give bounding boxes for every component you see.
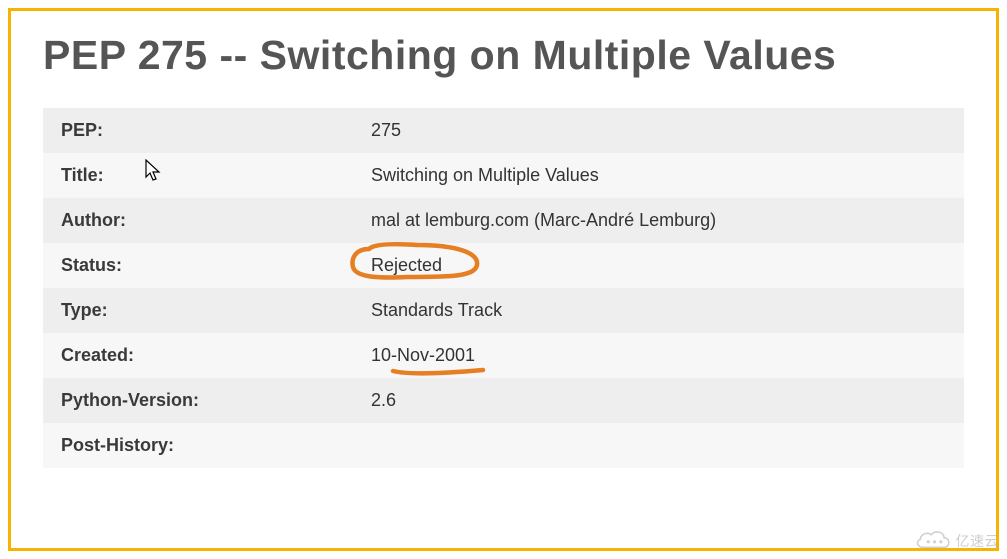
field-value-status: Rejected xyxy=(353,243,964,288)
annotation-underline-icon xyxy=(389,365,489,379)
field-label-author: Author: xyxy=(43,198,353,243)
status-value-text: Rejected xyxy=(371,255,442,275)
field-value-post-history xyxy=(353,423,964,468)
field-value-pep: 275 xyxy=(353,108,964,153)
document-frame: PEP 275 -- Switching on Multiple Values … xyxy=(8,8,999,551)
field-label-python-version: Python-Version: xyxy=(43,378,353,423)
field-value-created: 10-Nov-2001 xyxy=(353,333,964,378)
field-value-python-version: 2.6 xyxy=(353,378,964,423)
field-value-author: mal at lemburg.com (Marc-André Lemburg) xyxy=(353,198,964,243)
field-label-status: Status: xyxy=(43,243,353,288)
table-row: PEP: 275 xyxy=(43,108,964,153)
field-label-title: Title: xyxy=(43,153,353,198)
table-row: Python-Version: 2.6 xyxy=(43,378,964,423)
field-value-title: Switching on Multiple Values xyxy=(353,153,964,198)
table-row: Status: Rejected xyxy=(43,243,964,288)
created-value-text: 10-Nov-2001 xyxy=(371,345,475,365)
field-label-pep: PEP: xyxy=(43,108,353,153)
page-title: PEP 275 -- Switching on Multiple Values xyxy=(43,31,964,80)
pep-metadata-table: PEP: 275 Title: Switching on Multiple Va… xyxy=(43,108,964,468)
field-label-created: Created: xyxy=(43,333,353,378)
field-value-type: Standards Track xyxy=(353,288,964,333)
field-label-type: Type: xyxy=(43,288,353,333)
table-row: Type: Standards Track xyxy=(43,288,964,333)
table-row: Title: Switching on Multiple Values xyxy=(43,153,964,198)
field-label-post-history: Post-History: xyxy=(43,423,353,468)
table-row: Post-History: xyxy=(43,423,964,468)
table-row: Author: mal at lemburg.com (Marc-André L… xyxy=(43,198,964,243)
table-row: Created: 10-Nov-2001 xyxy=(43,333,964,378)
